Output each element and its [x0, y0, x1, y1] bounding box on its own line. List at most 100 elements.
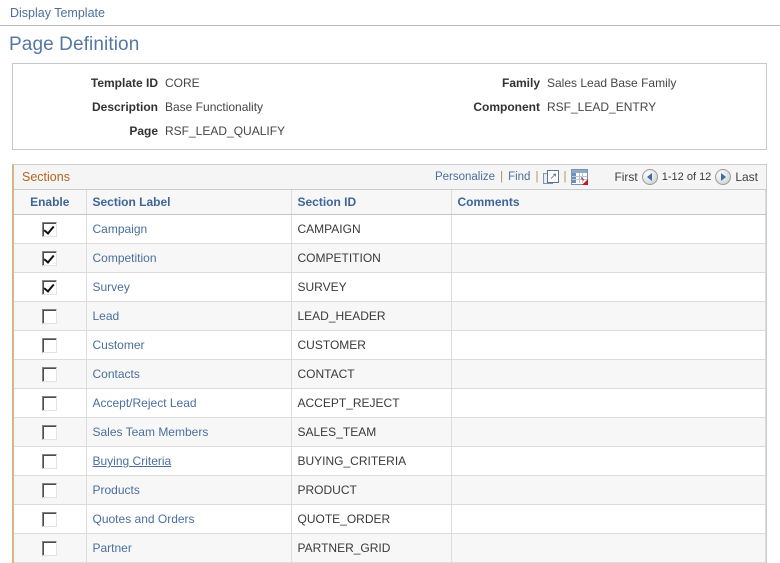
cell-comments: [451, 417, 766, 447]
cell-section-label: Survey: [86, 272, 292, 302]
family-value: Sales Lead Base Family: [547, 76, 677, 90]
cell-enable: [14, 272, 87, 302]
section-label-link[interactable]: Sales Team Members: [93, 425, 209, 439]
pager-previous-button[interactable]: [641, 169, 658, 185]
cell-section-label: Customer: [86, 330, 292, 360]
component-value: RSF_LEAD_ENTRY: [547, 100, 657, 114]
separator-2: |: [535, 171, 539, 183]
grid-action-links: Personalize | Find | ↗ |: [435, 169, 589, 185]
section-label-link[interactable]: Accept/Reject Lead: [93, 396, 197, 410]
column-header-section-id[interactable]: Section ID: [291, 190, 452, 215]
section-label-link[interactable]: Products: [93, 483, 140, 497]
section-label-link[interactable]: Survey: [93, 280, 130, 294]
cell-enable: [14, 504, 87, 534]
expand-window-icon[interactable]: ↗: [543, 170, 560, 184]
column-header-comments[interactable]: Comments: [451, 190, 766, 215]
enable-checkbox[interactable]: [42, 250, 58, 266]
pager-first-label[interactable]: First: [614, 170, 637, 184]
enable-checkbox[interactable]: [42, 453, 58, 469]
excel-icon-arrow-head: [582, 179, 589, 185]
section-label-link[interactable]: Partner: [93, 541, 132, 555]
chevron-right-icon: [721, 173, 727, 181]
cell-comments: [451, 272, 766, 302]
cell-section-id: PARTNER_GRID: [291, 533, 452, 563]
cell-section-id: LEAD_HEADER: [291, 301, 452, 331]
section-label-link[interactable]: Contacts: [93, 367, 140, 381]
cell-enable: [14, 243, 87, 273]
cell-section-label: Partner: [86, 533, 292, 563]
find-link[interactable]: Find: [508, 171, 530, 183]
component-label: Component: [473, 100, 540, 114]
cell-section-label: Campaign: [86, 214, 292, 244]
sections-table-body: Campaign CAMPAIGN Competition COMPETITION Su…: [14, 214, 766, 563]
enable-checkbox[interactable]: [42, 482, 58, 498]
cell-section-id: COMPETITION: [291, 243, 452, 273]
table-row: Customer CUSTOMER: [14, 330, 766, 360]
cell-enable: [14, 388, 87, 418]
cell-enable: [14, 475, 87, 505]
section-label-link[interactable]: Buying Criteria: [93, 454, 172, 468]
grid-pager: First 1-12 of 12 Last: [614, 169, 760, 185]
cell-comments: [451, 301, 766, 331]
cell-section-id: SURVEY: [291, 272, 452, 302]
pager-next-button[interactable]: [715, 169, 732, 185]
section-label-link[interactable]: Lead: [93, 309, 120, 323]
table-row: Contacts CONTACT: [14, 359, 766, 389]
page-field-label: Page: [129, 124, 158, 138]
section-label-link[interactable]: Campaign: [93, 222, 148, 236]
cell-comments: [451, 504, 766, 534]
cell-comments: [451, 330, 766, 360]
enable-checkbox[interactable]: [42, 424, 58, 440]
personalize-link[interactable]: Personalize: [435, 171, 495, 183]
table-row: Quotes and Orders QUOTE_ORDER: [14, 504, 766, 534]
pager-last-label[interactable]: Last: [735, 170, 758, 184]
download-to-excel-icon[interactable]: [571, 169, 589, 185]
cell-section-id: QUOTE_ORDER: [291, 504, 452, 534]
enable-checkbox[interactable]: [42, 279, 58, 295]
sections-grid: Sections Personalize | Find | ↗ | First …: [12, 164, 767, 563]
enable-checkbox[interactable]: [42, 395, 58, 411]
cell-section-label: Accept/Reject Lead: [86, 388, 292, 418]
enable-checkbox[interactable]: [42, 511, 58, 527]
section-label-link[interactable]: Customer: [93, 338, 145, 352]
enable-checkbox[interactable]: [42, 337, 58, 353]
description-value: Base Functionality: [165, 100, 264, 114]
table-row: Competition COMPETITION: [14, 243, 766, 273]
cell-section-label: Lead: [86, 301, 292, 331]
table-row: Partner PARTNER_GRID: [14, 533, 766, 563]
table-row: Sales Team Members SALES_TEAM: [14, 417, 766, 447]
table-row: Campaign CAMPAIGN: [14, 214, 766, 244]
cell-section-id: CONTACT: [291, 359, 452, 389]
expand-icon-arrow: ↗: [549, 171, 557, 181]
cell-enable: [14, 301, 87, 331]
cell-comments: [451, 388, 766, 418]
breadcrumb: Display Template: [0, 0, 780, 26]
enable-checkbox[interactable]: [42, 540, 58, 556]
excel-icon-first-column: [572, 173, 577, 183]
table-row: Survey SURVEY: [14, 272, 766, 302]
page-field-value: RSF_LEAD_QUALIFY: [165, 124, 286, 138]
sections-table: Enable Section Label Section ID Comments…: [14, 190, 766, 563]
table-header-row: Enable Section Label Section ID Comments: [14, 190, 766, 215]
description-label: Description: [91, 100, 158, 114]
enable-checkbox[interactable]: [42, 308, 58, 324]
enable-checkbox[interactable]: [42, 366, 58, 382]
cell-section-label: Products: [86, 475, 292, 505]
column-header-section-label[interactable]: Section Label: [86, 190, 292, 215]
section-label-link[interactable]: Quotes and Orders: [93, 512, 195, 526]
cell-comments: [451, 214, 766, 244]
cell-enable: [14, 359, 87, 389]
cell-section-label: Competition: [86, 243, 292, 273]
cell-section-id: BUYING_CRITERIA: [291, 446, 452, 476]
section-label-link[interactable]: Competition: [93, 251, 157, 265]
cell-section-id: ACCEPT_REJECT: [291, 388, 452, 418]
column-header-enable[interactable]: Enable: [14, 190, 87, 215]
table-row: Lead LEAD_HEADER: [14, 301, 766, 331]
sections-grid-title: Sections: [22, 170, 70, 184]
enable-checkbox[interactable]: [42, 221, 58, 237]
cell-section-label: Buying Criteria: [86, 446, 292, 476]
cell-comments: [451, 359, 766, 389]
breadcrumb-link-display-template[interactable]: Display Template: [10, 6, 105, 20]
cell-comments: [451, 475, 766, 505]
cell-comments: [451, 446, 766, 476]
